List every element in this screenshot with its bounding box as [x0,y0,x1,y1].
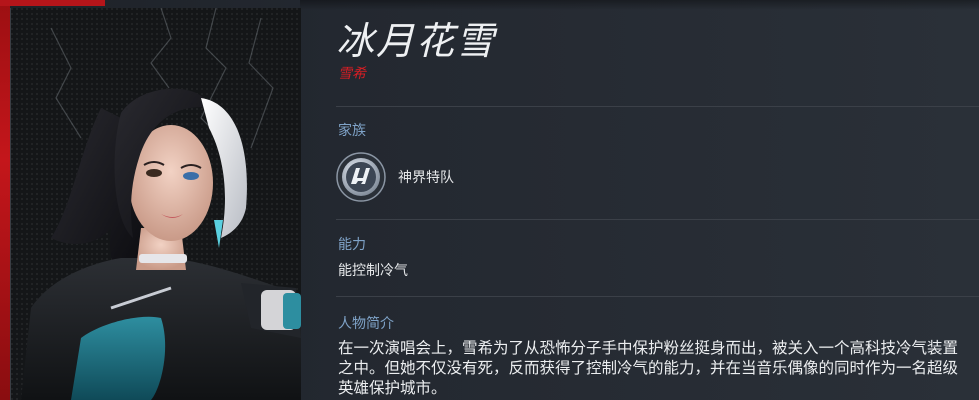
hero-info-panel: 冰月花雪 雪希 家族 神界特队 能力 能控制冷气 人物简介 在一次演唱会上，雪希… [336,0,979,400]
character-illustration [21,8,301,400]
family-row: 神界特队 [336,150,454,204]
ability-label: 能力 [338,237,366,253]
divider [336,296,979,297]
family-name: 神界特队 [398,170,454,186]
ability-value: 能控制冷气 [338,263,408,279]
red-frame-accent [0,0,10,400]
bio-text: 在一次演唱会上，雪希为了从恐怖分子手中保护粉丝挺身而出，被关入一个高科技冷气装置… [338,339,959,397]
character-portrait [10,8,301,400]
hero-name: 冰月花雪 [336,19,497,63]
faction-emblem-icon [336,152,386,202]
divider [336,219,979,220]
bio-label: 人物简介 [338,316,394,332]
divider [336,106,979,107]
red-frame-top-accent [0,0,105,6]
hero-subtitle: 雪希 [338,66,366,82]
family-label: 家族 [338,123,366,139]
hero-detail-screen: 冰月花雪 雪希 家族 神界特队 能力 能控制冷气 人物简介 在一次演唱会上，雪希… [0,0,979,400]
